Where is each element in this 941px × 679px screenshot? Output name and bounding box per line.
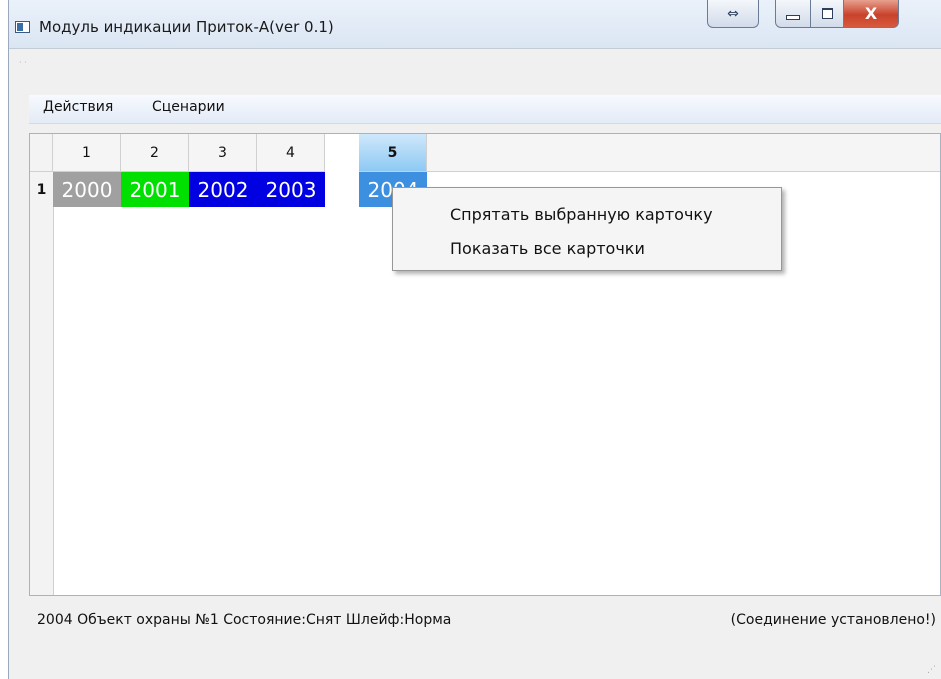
maximize-button[interactable] — [810, 0, 844, 28]
toolbar-grip[interactable]: · · — [19, 58, 27, 67]
row-header-1[interactable]: 1 — [30, 172, 53, 207]
main-window: Модуль индикации Приток-А(ver 0.1) ⇔ X ·… — [8, 0, 941, 679]
card-cell[interactable]: 2001 — [121, 172, 189, 207]
status-text: 2004 Объект охраны №1 Состояние:Снят Шле… — [37, 612, 452, 628]
swap-button[interactable]: ⇔ — [707, 0, 759, 28]
column-header-filler — [427, 134, 940, 172]
close-button[interactable]: X — [843, 0, 899, 28]
card-cell[interactable]: 2003 — [257, 172, 325, 207]
title-bar[interactable]: Модуль индикации Приток-А(ver 0.1) ⇔ X — [9, 0, 941, 49]
window-title: Модуль индикации Приток-А(ver 0.1) — [39, 18, 334, 36]
swap-icon: ⇔ — [727, 5, 739, 22]
column-header-5[interactable]: 5 — [359, 134, 427, 172]
menu-actions[interactable]: Действия — [43, 99, 113, 115]
close-icon: X — [864, 4, 878, 23]
menu-item-hide-card[interactable]: Спрятать выбранную карточку — [450, 205, 713, 224]
menu-bar: Действия Сценарии — [29, 95, 941, 124]
minimize-button[interactable] — [775, 0, 811, 28]
column-header-4[interactable]: 4 — [257, 134, 325, 172]
resize-grip-icon[interactable]: ⋰ — [927, 665, 936, 675]
grid-corner[interactable] — [30, 134, 53, 172]
minimize-icon — [786, 15, 800, 20]
context-menu: Спрятать выбранную карточку Показать все… — [392, 187, 782, 271]
menu-scenarios[interactable]: Сценарии — [152, 99, 225, 115]
column-header-3[interactable]: 3 — [189, 134, 257, 172]
maximize-icon — [821, 8, 833, 19]
card-cell[interactable]: 2000 — [53, 172, 121, 207]
connection-status: (Соединение установлено!) — [730, 612, 936, 628]
column-header-2[interactable]: 2 — [121, 134, 189, 172]
menu-item-show-all-cards[interactable]: Показать все карточки — [450, 239, 645, 258]
row-header-column — [30, 172, 54, 595]
app-icon[interactable] — [15, 21, 30, 33]
card-cell[interactable]: 2002 — [189, 172, 257, 207]
column-header-1[interactable]: 1 — [53, 134, 121, 172]
